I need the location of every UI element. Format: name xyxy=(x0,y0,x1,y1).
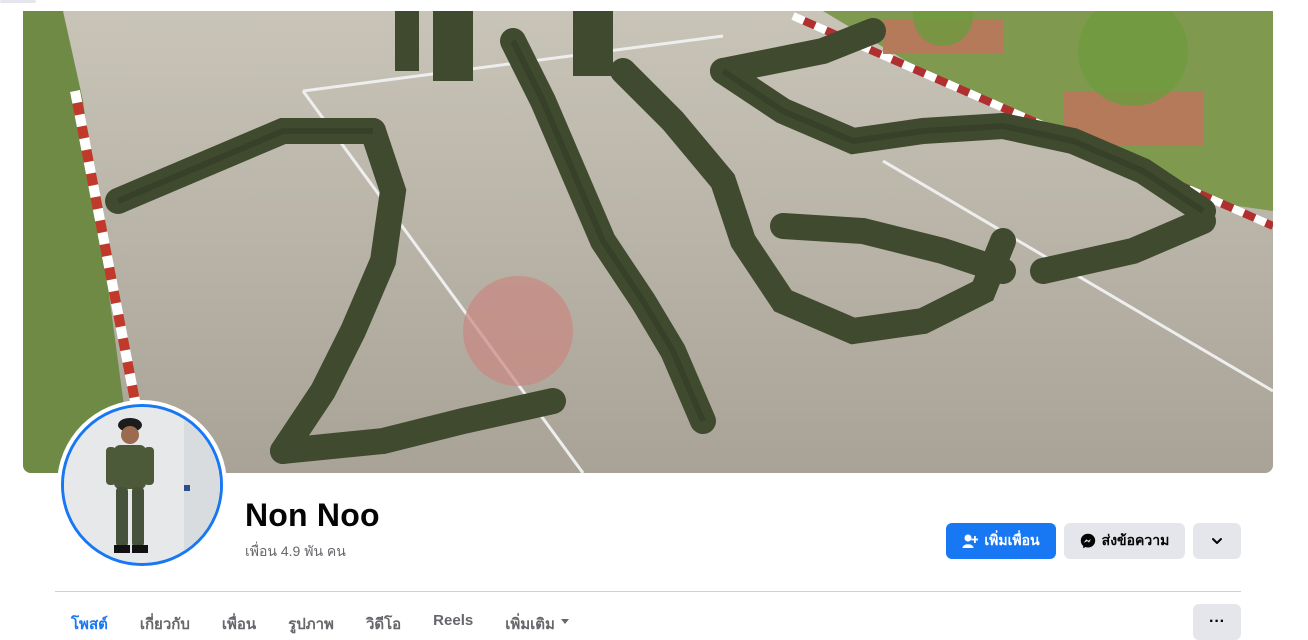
profile-name: Non Noo xyxy=(245,497,380,533)
add-friend-label: เพิ่มเพื่อน xyxy=(984,532,1040,548)
top-strip xyxy=(0,0,1308,11)
header-divider xyxy=(55,591,1241,592)
tab-label: Reels xyxy=(433,612,474,629)
tab-label: เกี่ยวกับ xyxy=(139,616,190,633)
profile-more-button[interactable] xyxy=(1193,523,1241,559)
scroll-hint xyxy=(0,0,36,3)
tab-posts[interactable]: โพสต์ xyxy=(55,600,124,640)
tab-label: โพสต์ xyxy=(71,616,108,633)
friends-count[interactable]: เพื่อน 4.9 พัน คน xyxy=(245,541,346,563)
tab-videos[interactable]: วิดีโอ xyxy=(350,600,417,640)
tab-label: วิดีโอ xyxy=(365,616,402,633)
tab-about[interactable]: เกี่ยวกับ xyxy=(124,600,206,640)
cover-photo-image xyxy=(23,11,1273,473)
avatar-image xyxy=(61,404,223,566)
profile-avatar[interactable] xyxy=(57,400,227,570)
tabs-overflow-button[interactable]: ··· xyxy=(1193,604,1241,640)
ellipsis-icon: ··· xyxy=(1209,613,1225,630)
message-label: ส่งข้อความ xyxy=(1101,532,1170,548)
tab-friends[interactable]: เพื่อน xyxy=(206,600,272,640)
tab-more[interactable]: เพิ่มเติม xyxy=(489,600,585,640)
message-button[interactable]: ส่งข้อความ xyxy=(1064,523,1185,559)
cover-photo[interactable] xyxy=(23,11,1273,473)
tab-reels[interactable]: Reels xyxy=(417,600,489,640)
messenger-icon xyxy=(1080,533,1096,549)
add-friend-button[interactable]: เพิ่มเพื่อน xyxy=(946,523,1056,559)
tab-label: เพิ่มเติม xyxy=(505,616,555,633)
caret-down-icon xyxy=(560,619,569,624)
tab-photos[interactable]: รูปภาพ xyxy=(272,600,350,640)
chevron-down-icon xyxy=(1210,534,1224,548)
tab-label: รูปภาพ xyxy=(288,616,334,633)
add-friend-icon xyxy=(962,533,979,549)
tab-label: เพื่อน xyxy=(221,616,257,633)
profile-tabs: โพสต์ เกี่ยวกับ เพื่อน รูปภาพ วิดีโอ Ree… xyxy=(55,600,585,640)
